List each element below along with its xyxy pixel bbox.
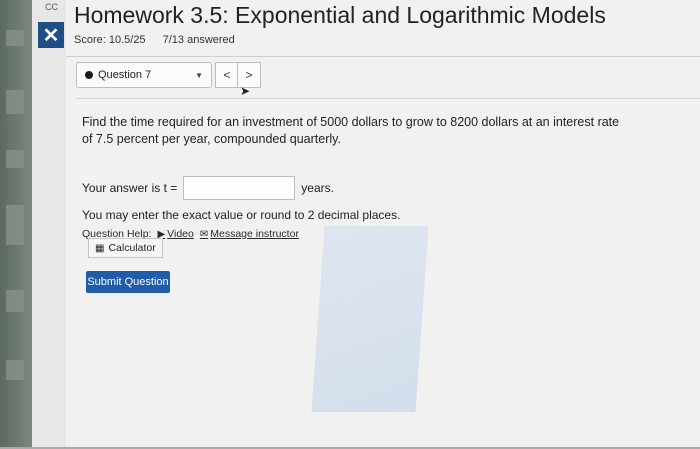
- message-instructor-link[interactable]: ✉ Message instructor: [200, 228, 299, 240]
- message-instructor-label: Message instructor: [210, 228, 299, 240]
- sidebar-block: [6, 290, 24, 312]
- question-selector-label: Question 7: [98, 69, 152, 81]
- close-icon: ✕: [42, 24, 60, 47]
- mouse-cursor-icon: ➤: [240, 84, 251, 98]
- calculator-icon: ▦: [95, 242, 105, 254]
- previous-question-button[interactable]: <: [215, 62, 239, 88]
- sidebar-block: [6, 150, 24, 168]
- envelope-icon: ✉: [199, 228, 209, 240]
- score-meta: Score: 10.5/25 7/13 answered: [74, 34, 249, 46]
- content-divider: [76, 98, 700, 99]
- screen-glare: [311, 226, 429, 412]
- sidebar-block: [6, 360, 24, 380]
- question-selector[interactable]: Question 7 ▼: [76, 62, 212, 88]
- sidebar-block: [6, 90, 24, 114]
- submit-question-button[interactable]: Submit Question: [86, 271, 170, 293]
- sidebar-block: [6, 30, 24, 46]
- calculator-label: Calculator: [108, 242, 156, 254]
- chevron-down-icon: ▼: [195, 70, 203, 80]
- answer-hint: You may enter the exact value or round t…: [82, 208, 401, 222]
- assignment-page: Homework 3.5: Exponential and Logarithmi…: [66, 0, 700, 449]
- score-text: Score: 10.5/25: [74, 34, 146, 46]
- answered-count: 7/13 answered: [162, 34, 235, 46]
- question-status-dot-icon: [85, 71, 93, 79]
- video-link-label: Video: [167, 228, 194, 240]
- answer-suffix-label: years.: [301, 181, 334, 195]
- question-text: Find the time required for an investment…: [82, 115, 620, 146]
- left-sidebar-strip: [0, 0, 32, 449]
- answer-prefix-label: Your answer is t =: [82, 181, 178, 195]
- page-title: Homework 3.5: Exponential and Logarithmi…: [74, 2, 606, 28]
- header-divider: [66, 56, 700, 57]
- sidebar-block: [6, 205, 24, 245]
- calculator-button[interactable]: ▦ Calculator: [88, 238, 163, 258]
- app-logo-text: CC: [45, 2, 58, 12]
- answer-input[interactable]: [183, 176, 296, 200]
- video-link[interactable]: ▶ Video: [157, 228, 193, 240]
- answer-row: Your answer is t = years.: [82, 176, 334, 200]
- close-button[interactable]: ✕: [38, 22, 64, 48]
